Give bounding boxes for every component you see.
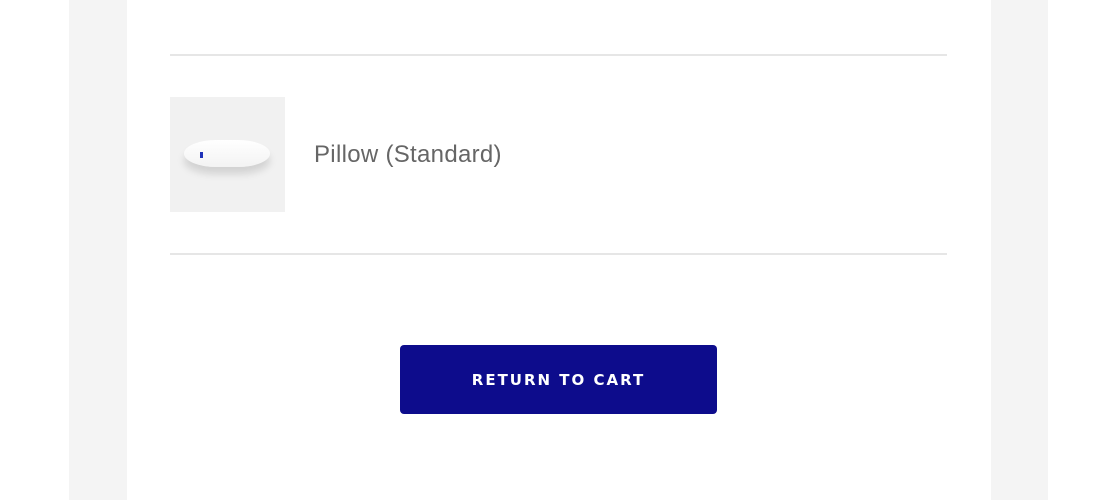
item-divider-top	[170, 54, 947, 56]
product-name: Pillow (Standard)	[314, 141, 502, 168]
content-card	[127, 0, 991, 500]
product-thumbnail	[170, 97, 285, 212]
pillow-tag	[200, 152, 203, 158]
item-divider-bottom	[170, 253, 947, 255]
return-to-cart-button[interactable]: RETURN TO CART	[400, 345, 717, 414]
pillow-image	[184, 140, 270, 167]
